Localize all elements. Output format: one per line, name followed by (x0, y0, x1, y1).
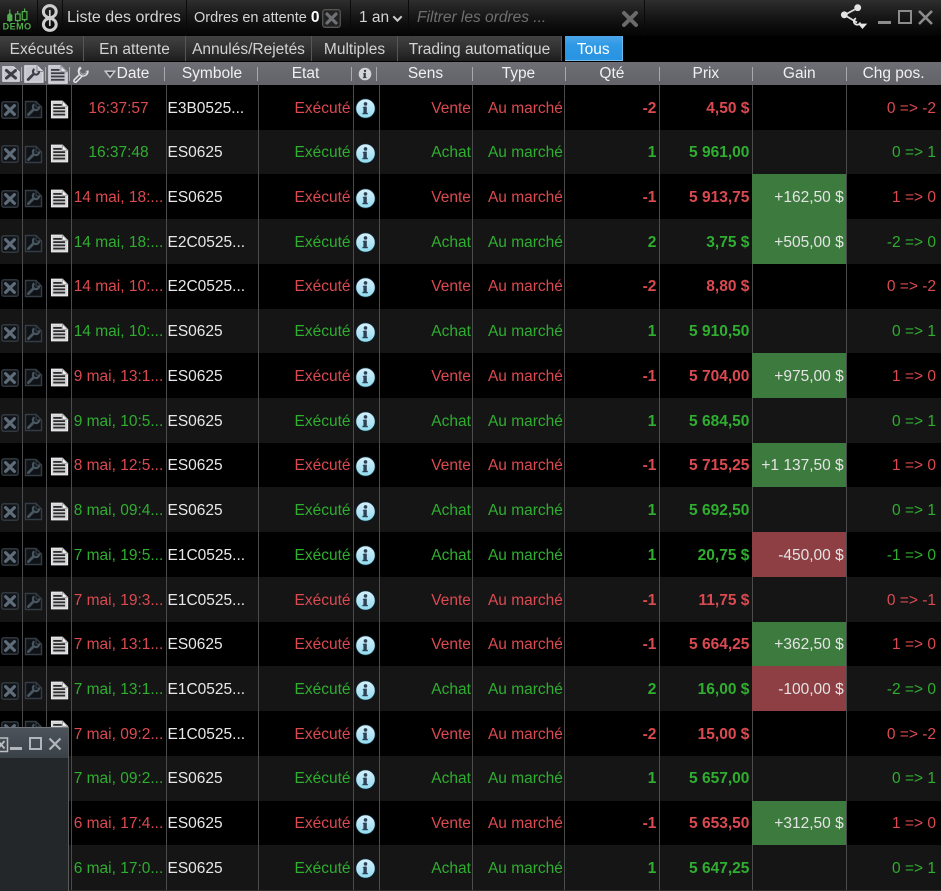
svg-text:DEMO: DEMO (3, 22, 32, 32)
